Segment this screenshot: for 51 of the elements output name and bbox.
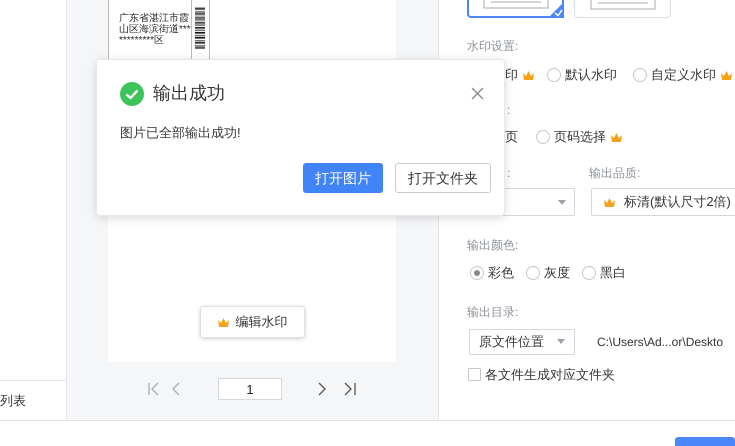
next-page-icon[interactable] (318, 382, 326, 396)
radio-option[interactable]: 黑白 (582, 263, 626, 282)
radio-option[interactable]: 页码选择 (536, 127, 623, 147)
open-folder-button[interactable]: 打开文件夹 (395, 163, 491, 193)
subfolder-checkbox-row[interactable]: 各文件生成对应文件夹 (468, 364, 735, 384)
success-check-icon (120, 82, 144, 106)
radio-label: 页 (505, 128, 518, 146)
crown-icon (610, 132, 623, 142)
first-page-icon[interactable] (148, 382, 160, 396)
radio-option[interactable]: 彩色 (470, 263, 514, 282)
caret-icon (558, 200, 566, 204)
crown-icon (720, 70, 733, 80)
caret-icon (557, 339, 565, 344)
crown-icon (216, 316, 230, 328)
crown-icon (522, 70, 535, 80)
edit-watermark-button[interactable]: 编辑水印 (200, 306, 304, 338)
section-label: 输出目录: (467, 304, 520, 320)
address-text: 山区海滨街道*** (119, 24, 191, 35)
section-label: : (507, 102, 512, 119)
crown-icon (603, 196, 616, 208)
section-label: 输出品质: (589, 165, 640, 182)
open-image-button[interactable]: 打开图片 (303, 163, 383, 193)
radio-label: 灰度 (544, 264, 570, 282)
list-label[interactable]: 列表 (0, 390, 26, 410)
checkbox-label: 各文件生成对应文件夹 (485, 366, 615, 384)
section-label: 输出颜色: (467, 237, 520, 254)
page-layout-icon (590, 0, 656, 11)
section-label: : (507, 165, 512, 182)
radio-label: 黑白 (600, 264, 626, 282)
radio-option[interactable]: 默认水印 (547, 65, 617, 85)
directory-dropdown[interactable]: 原文件位置 (469, 328, 575, 354)
section-label: 水印设置: (467, 38, 520, 55)
dialog-message: 图片已全部输出成功! (120, 124, 242, 142)
close-icon[interactable] (471, 87, 484, 100)
previous-page-icon[interactable] (172, 382, 180, 396)
radio-option[interactable]: 自定义水印 (633, 65, 733, 85)
last-page-icon[interactable] (344, 382, 356, 396)
page-layout-icon (482, 0, 548, 10)
quality-dropdown[interactable]: 标清(默认尺寸2倍) (591, 188, 735, 216)
page-input[interactable]: 1 (218, 378, 282, 400)
directory-path: C:\Users\Ad...or\Deskto (597, 334, 724, 350)
radio-label: 彩色 (488, 264, 514, 282)
address-text: *********区 (119, 35, 166, 46)
radio-label: 印 (505, 66, 518, 84)
radio-option[interactable]: 灰度 (526, 263, 570, 282)
radio-label: 页码选择 (554, 128, 606, 146)
radio-label: 默认水印 (565, 66, 617, 84)
address-text: 广东省湛江市霞 (119, 13, 190, 24)
checkbox[interactable] (468, 368, 481, 381)
radio-label: 自定义水印 (651, 66, 716, 84)
dialog-title: 输出成功 (153, 82, 225, 105)
